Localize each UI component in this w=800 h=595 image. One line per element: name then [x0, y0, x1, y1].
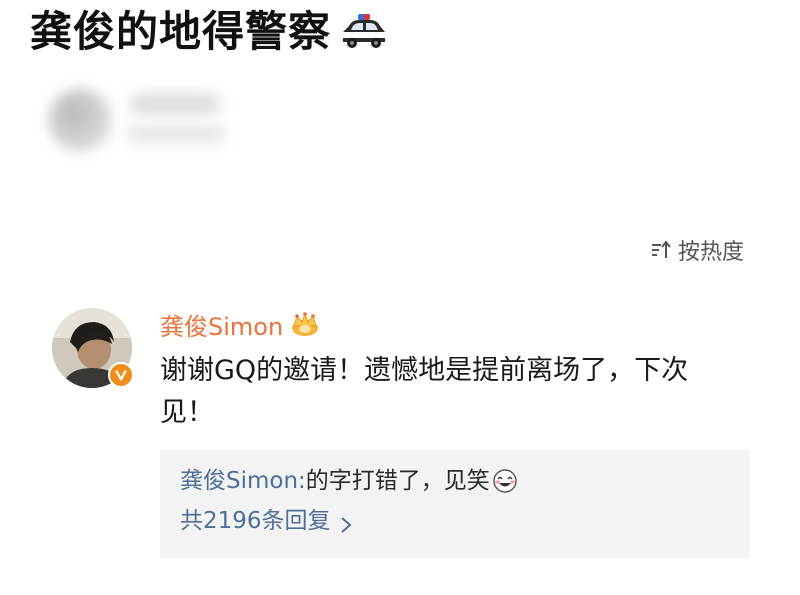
- police-car-icon: [339, 12, 389, 52]
- reply-preview[interactable]: 龚俊Simon: 的字打错了，见笑 共2196条回复: [160, 450, 750, 558]
- sort-by-hotness-button[interactable]: 按热度: [650, 234, 744, 266]
- laugh-emoji: [492, 468, 518, 494]
- view-replies-link[interactable]: 共2196条回复: [180, 504, 730, 538]
- post-headline: 龚俊的地得警察: [30, 6, 389, 58]
- author-avatar[interactable]: [52, 308, 134, 388]
- sort-label: 按热度: [677, 240, 744, 265]
- reply-author[interactable]: 龚俊Simon:: [180, 464, 306, 498]
- author-name[interactable]: 龚俊Simon: [160, 307, 283, 342]
- blurred-username: [130, 94, 220, 114]
- blurred-meta: [126, 126, 226, 142]
- comment-body: 龚俊Simon 谢谢GQ的邀请！遗憾地是提前离场了，下次见！: [160, 302, 752, 434]
- blurred-profile: [40, 78, 230, 168]
- chevron-right-icon: [339, 511, 353, 533]
- author-row: 龚俊Simon: [160, 302, 752, 346]
- crown-icon: [289, 311, 321, 337]
- reply-line: 龚俊Simon: 的字打错了，见笑: [180, 464, 730, 498]
- sort-icon: [650, 239, 672, 261]
- verified-v-icon: [108, 362, 134, 388]
- blurred-avatar: [48, 88, 112, 152]
- comment-text: 谢谢GQ的邀请！遗憾地是提前离场了，下次见！: [160, 355, 689, 428]
- headline-text: 龚俊的地得警察: [30, 7, 332, 56]
- reply-text: 的字打错了，见笑: [305, 468, 490, 494]
- reply-count-label: 共2196条回复: [180, 508, 331, 534]
